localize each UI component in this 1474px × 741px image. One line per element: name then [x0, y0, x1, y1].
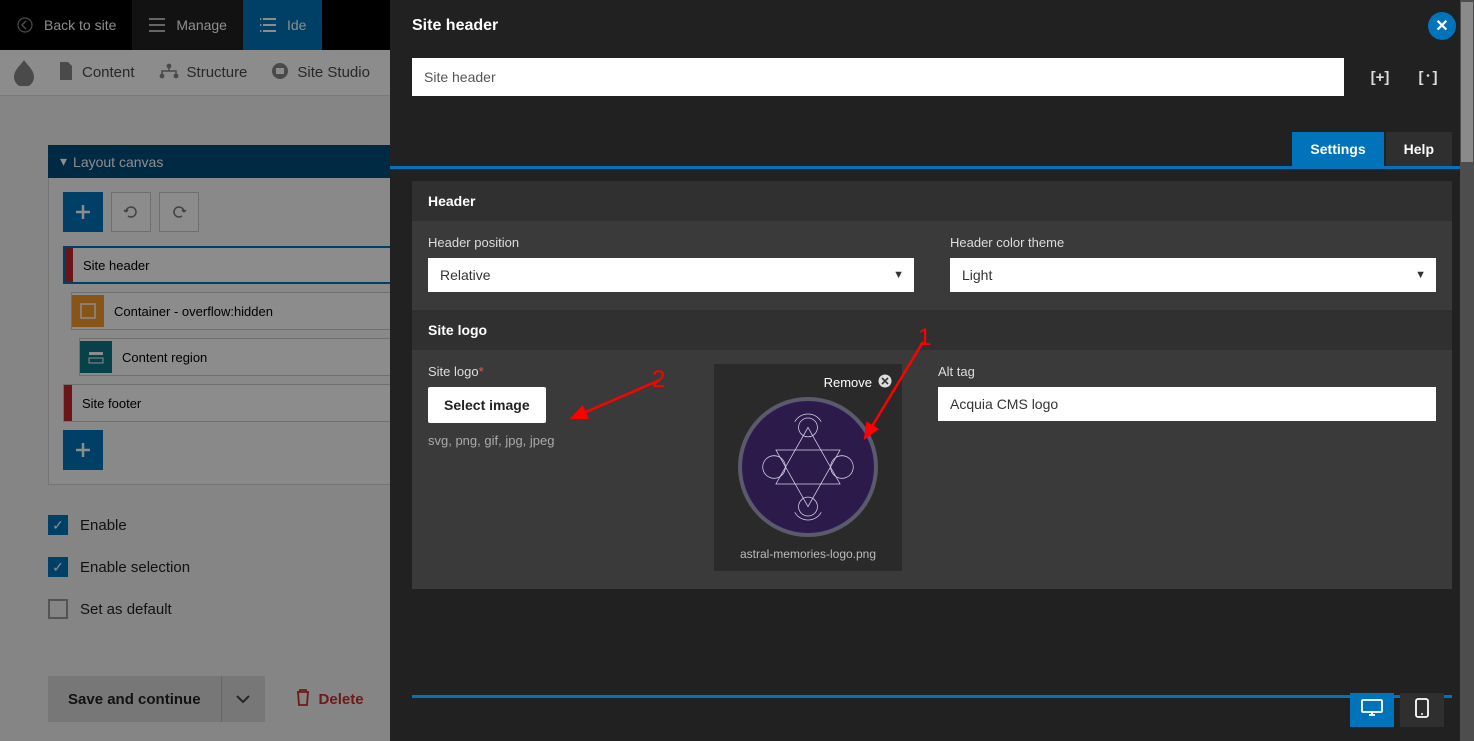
checkbox-checked-icon: ✓ — [48, 557, 68, 577]
enable-label: Enable — [80, 517, 127, 534]
container-icon — [72, 295, 104, 327]
desktop-icon — [1361, 699, 1383, 722]
trash-icon — [295, 688, 311, 710]
enable-option[interactable]: ✓ Enable — [48, 515, 190, 535]
checkbox-unchecked-icon — [48, 599, 68, 619]
modal-title: Site header — [412, 17, 498, 35]
remove-label: Remove — [824, 375, 872, 390]
logo-preview-card: Remove — [714, 364, 902, 571]
save-and-continue-button[interactable]: Save and continue — [48, 676, 265, 722]
set-default-label: Set as default — [80, 601, 172, 618]
circle-icon — [271, 62, 289, 84]
add-element-button-bottom[interactable] — [63, 430, 103, 470]
back-to-site-link[interactable]: Back to site — [0, 0, 132, 50]
remove-image-button[interactable]: Remove — [724, 374, 892, 391]
add-element-button[interactable] — [63, 192, 103, 232]
set-default-option[interactable]: Set as default — [48, 599, 190, 619]
menu-structure[interactable]: Structure — [159, 63, 248, 83]
drupal-icon — [14, 60, 34, 86]
menu-site-studio-label: Site Studio — [297, 64, 370, 81]
enable-selection-label: Enable selection — [80, 559, 190, 576]
logo-thumbnail — [738, 397, 878, 537]
header-theme-select[interactable]: ▼ — [950, 258, 1436, 292]
back-to-site-label: Back to site — [44, 17, 116, 33]
tab-help[interactable]: Help — [1386, 132, 1452, 166]
manage-label: Manage — [176, 17, 227, 33]
enable-selection-option[interactable]: ✓ Enable selection — [48, 557, 190, 577]
mobile-icon — [1415, 698, 1429, 723]
canvas-item-label: Site footer — [72, 396, 141, 411]
arrow-left-icon — [16, 16, 34, 34]
ide-label: Ide — [287, 17, 306, 33]
checkbox-checked-icon: ✓ — [48, 515, 68, 535]
redo-button[interactable] — [159, 192, 199, 232]
canvas-item-label: Site header — [73, 258, 150, 273]
logo-filename: astral-memories-logo.png — [724, 547, 892, 561]
save-label: Save and continue — [48, 691, 221, 708]
menu-site-studio[interactable]: Site Studio — [271, 62, 370, 84]
canvas-item-label: Content region — [122, 350, 207, 365]
close-circle-icon — [878, 374, 892, 391]
hierarchy-icon — [159, 63, 179, 83]
tab-settings[interactable]: Settings — [1292, 132, 1383, 166]
region-icon — [80, 341, 112, 373]
layout-canvas-title: Layout canvas — [73, 154, 163, 170]
alt-tag-input[interactable] — [938, 387, 1436, 421]
site-logo-label: Site logo* — [428, 364, 628, 379]
delete-label: Delete — [319, 691, 364, 708]
section-header-header: Header — [412, 181, 1452, 221]
menu-structure-label: Structure — [187, 64, 248, 81]
scrollbar-thumb[interactable] — [1461, 2, 1473, 162]
header-theme-label: Header color theme — [950, 235, 1436, 250]
header-theme-value[interactable] — [950, 258, 1436, 292]
section-header-site-logo: Site logo — [412, 310, 1452, 350]
site-header-settings-modal: Site header ✕ [+] [᛫] Settings Help Head… — [390, 0, 1474, 741]
delete-button[interactable]: Delete — [295, 688, 364, 710]
header-position-select[interactable]: ▼ — [428, 258, 914, 292]
undo-button[interactable] — [111, 192, 151, 232]
menu-content[interactable]: Content — [58, 62, 135, 84]
ide-tab[interactable]: Ide — [243, 0, 322, 50]
header-position-value[interactable] — [428, 258, 914, 292]
close-button[interactable]: ✕ — [1428, 12, 1456, 40]
list-icon — [259, 16, 277, 34]
canvas-item-label: Container - overflow:hidden — [114, 304, 273, 319]
document-icon — [58, 62, 74, 84]
desktop-view-button[interactable] — [1350, 693, 1394, 727]
header-position-label: Header position — [428, 235, 914, 250]
code-icon-button[interactable]: [᛫] — [1416, 65, 1440, 89]
select-image-button[interactable]: Select image — [428, 387, 546, 423]
file-types-hint: svg, png, gif, jpg, jpeg — [428, 433, 628, 448]
mobile-view-button[interactable] — [1400, 693, 1444, 727]
caret-down-icon: ▾ — [60, 153, 67, 170]
menu-content-label: Content — [82, 64, 135, 81]
alt-tag-label: Alt tag — [938, 364, 1436, 379]
component-name-input[interactable] — [412, 58, 1344, 96]
hamburger-icon — [148, 16, 166, 34]
expand-icon-button[interactable]: [+] — [1368, 65, 1392, 89]
close-icon: ✕ — [1435, 16, 1448, 36]
manage-tab[interactable]: Manage — [132, 0, 243, 50]
save-dropdown-toggle[interactable] — [221, 676, 265, 722]
